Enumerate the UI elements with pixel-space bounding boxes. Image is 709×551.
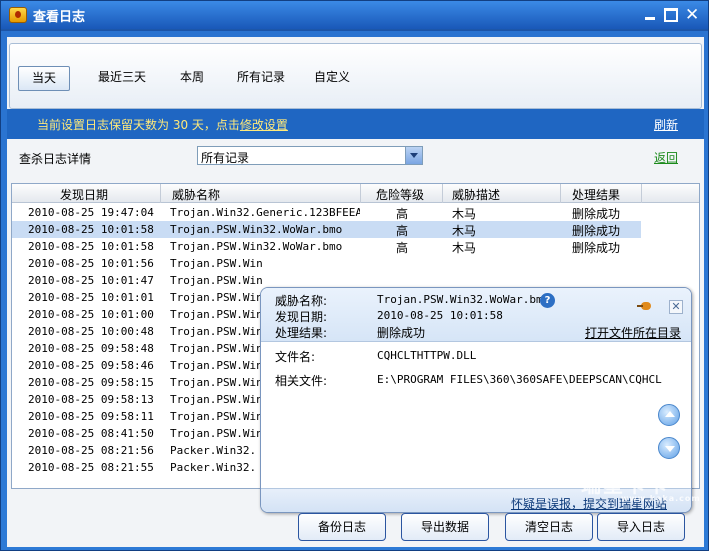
app-logo-icon bbox=[9, 7, 27, 23]
row-date: 2010-08-25 10:01:00 bbox=[28, 308, 154, 321]
column-divider[interactable] bbox=[442, 184, 443, 203]
row-threat-name: Trojan.PSW.Win bbox=[170, 257, 263, 270]
table-header: 发现日期 威胁名称 危险等级 威胁描述 处理结果 bbox=[12, 184, 699, 203]
handle-result-label: 处理结果: bbox=[275, 326, 328, 340]
log-viewer-window: 查看日志 ✕ 当天 最近三天 本周 所有记录 自定义 当前设置日志保留天数为 3… bbox=[0, 0, 709, 551]
header-threat-name[interactable]: 威胁名称 bbox=[172, 186, 220, 203]
header-risk-level[interactable]: 危险等级 bbox=[376, 186, 424, 203]
watermark-logo: 瑞星卡卡 www.kaka.com bbox=[581, 469, 707, 505]
close-icon[interactable]: ✕ bbox=[669, 300, 683, 314]
row-threat-name: Trojan.Win32.Generic.123BFEEA bbox=[170, 206, 360, 219]
row-result: 删除成功 bbox=[572, 241, 621, 255]
row-date: 2010-08-25 09:58:11 bbox=[28, 410, 154, 423]
found-date-value: 2010-08-25 10:01:58 bbox=[377, 309, 503, 322]
row-date: 2010-08-25 19:47:04 bbox=[28, 206, 154, 219]
row-threat-name: Trojan.PSW.Win32.WoWar.bmo bbox=[170, 223, 343, 236]
pin-icon[interactable] bbox=[637, 302, 653, 310]
row-description: 木马 bbox=[452, 241, 477, 255]
row-date: 2010-08-25 09:58:15 bbox=[28, 376, 154, 389]
clear-log-button[interactable]: 清空日志 bbox=[505, 513, 593, 541]
filter-area: 查杀日志详情 所有记录 返回 bbox=[7, 139, 704, 181]
table-row[interactable]: 2010-08-25 19:47:04 Trojan.Win32.Generic.… bbox=[12, 204, 641, 221]
header-description[interactable]: 威胁描述 bbox=[452, 186, 500, 203]
title-bar[interactable]: 查看日志 ✕ bbox=[1, 1, 708, 29]
scroll-down-icon[interactable] bbox=[658, 437, 680, 459]
modify-settings-link[interactable]: 修改设置 bbox=[240, 118, 288, 132]
column-divider[interactable] bbox=[641, 184, 642, 203]
file-name-value: CQHCLTHTTPW.DLL bbox=[377, 349, 477, 362]
tab-custom[interactable]: 自定义 bbox=[308, 66, 356, 91]
export-data-button[interactable]: 导出数据 bbox=[401, 513, 489, 541]
row-date: 2010-08-25 10:01:56 bbox=[28, 257, 154, 270]
row-date: 2010-08-25 09:58:48 bbox=[28, 342, 154, 355]
backup-log-button[interactable]: 备份日志 bbox=[298, 513, 386, 541]
tab-this-week[interactable]: 本周 bbox=[172, 66, 212, 91]
row-result: 删除成功 bbox=[572, 207, 621, 221]
maximize-icon[interactable] bbox=[664, 8, 678, 22]
row-risk-level: 高 bbox=[395, 224, 408, 238]
filter-label: 查杀日志详情 bbox=[19, 152, 92, 166]
column-divider[interactable] bbox=[360, 184, 361, 203]
related-file-value: E:\PROGRAM FILES\360\360SAFE\DEEPSCAN\CQ… bbox=[377, 373, 662, 386]
file-name-label: 文件名: bbox=[275, 350, 316, 364]
row-date: 2010-08-25 10:01:47 bbox=[28, 274, 154, 287]
found-date-label: 发现日期: bbox=[275, 310, 328, 324]
column-divider[interactable] bbox=[560, 184, 561, 203]
row-threat-name: Trojan.PSW.Win bbox=[170, 274, 263, 287]
window-title: 查看日志 bbox=[33, 10, 86, 25]
handle-result-value: 删除成功 bbox=[377, 326, 426, 340]
tab-today[interactable]: 当天 bbox=[18, 66, 70, 91]
minimize-icon[interactable] bbox=[643, 8, 657, 22]
row-date: 2010-08-25 08:41:50 bbox=[28, 427, 154, 440]
header-date[interactable]: 发现日期 bbox=[60, 186, 108, 203]
row-date: 2010-08-25 08:21:56 bbox=[28, 444, 154, 457]
table-row[interactable]: 2010-08-25 10:01:56 Trojan.PSW.Win bbox=[12, 255, 641, 272]
tab-all-records[interactable]: 所有记录 bbox=[230, 66, 292, 91]
header-result[interactable]: 处理结果 bbox=[572, 186, 620, 203]
row-description: 木马 bbox=[452, 224, 477, 238]
threat-name-label: 威胁名称: bbox=[275, 294, 328, 308]
period-tabs: 当天 最近三天 本周 所有记录 自定义 bbox=[9, 43, 702, 109]
row-date: 2010-08-25 10:00:48 bbox=[28, 325, 154, 338]
retention-notice-bar: 当前设置日志保留天数为 30 天，点击修改设置 刷新 bbox=[7, 109, 704, 139]
row-date: 2010-08-25 10:01:58 bbox=[28, 240, 154, 253]
close-icon[interactable]: ✕ bbox=[685, 7, 699, 24]
row-date: 2010-08-25 08:21:55 bbox=[28, 461, 154, 474]
chevron-down-icon[interactable] bbox=[405, 147, 422, 164]
refresh-link[interactable]: 刷新 bbox=[654, 116, 678, 133]
row-date: 2010-08-25 09:58:13 bbox=[28, 393, 154, 406]
back-link[interactable]: 返回 bbox=[654, 149, 678, 166]
table-row[interactable]: 2010-08-25 10:01:58 Trojan.PSW.Win32.WoWa… bbox=[12, 221, 641, 238]
help-icon[interactable]: ? bbox=[540, 293, 555, 308]
scroll-up-icon[interactable] bbox=[658, 404, 680, 426]
tab-last-three-days[interactable]: 最近三天 bbox=[92, 66, 152, 91]
retention-notice-text: 当前设置日志保留天数为 30 天，点击 bbox=[37, 118, 240, 132]
row-date: 2010-08-25 10:01:58 bbox=[28, 223, 154, 236]
threat-name-value: Trojan.PSW.Win32.WoWar.bmo bbox=[377, 293, 550, 306]
detail-header: 威胁名称: Trojan.PSW.Win32.WoWar.bmo ? ✕ 发现日… bbox=[261, 288, 691, 342]
row-date: 2010-08-25 09:58:46 bbox=[28, 359, 154, 372]
row-risk-level: 高 bbox=[395, 207, 408, 221]
retention-notice: 当前设置日志保留天数为 30 天，点击修改设置 bbox=[37, 116, 288, 133]
column-divider[interactable] bbox=[160, 184, 161, 203]
related-file-label: 相关文件: bbox=[275, 374, 328, 388]
row-threat-name: Trojan.PSW.Win32.WoWar.bmo bbox=[170, 240, 343, 253]
record-filter-value: 所有记录 bbox=[201, 151, 250, 165]
record-filter-select[interactable]: 所有记录 bbox=[197, 146, 423, 165]
row-date: 2010-08-25 10:01:01 bbox=[28, 291, 154, 304]
watermark-url: www.kaka.com bbox=[621, 494, 701, 503]
open-folder-link[interactable]: 打开文件所在目录 bbox=[585, 324, 681, 341]
row-result: 删除成功 bbox=[572, 224, 621, 238]
import-log-button[interactable]: 导入日志 bbox=[597, 513, 685, 541]
row-risk-level: 高 bbox=[395, 241, 408, 255]
row-description: 木马 bbox=[452, 207, 477, 221]
table-row[interactable]: 2010-08-25 10:01:58 Trojan.PSW.Win32.WoWa… bbox=[12, 238, 641, 255]
